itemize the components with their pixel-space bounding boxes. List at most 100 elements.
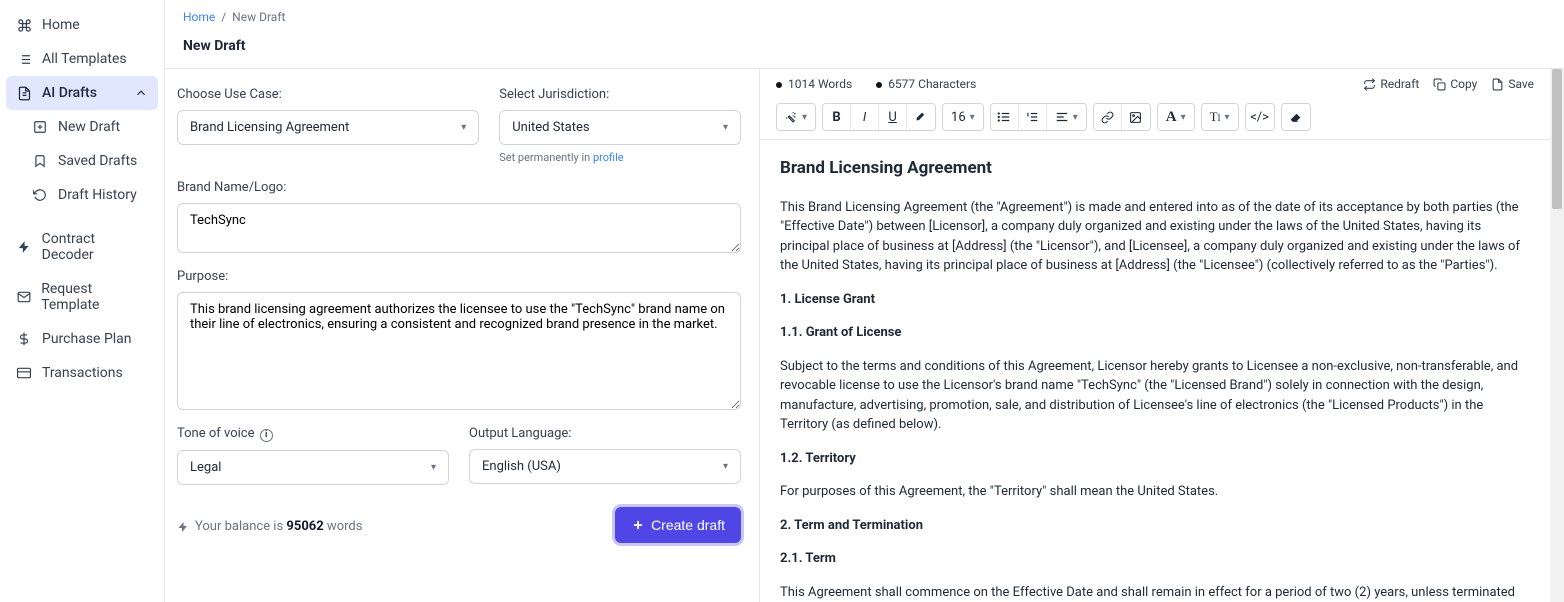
sidebar-item-label: Purchase Plan <box>42 331 132 347</box>
doc-heading: 1. License Grant <box>780 290 1530 310</box>
jurisdiction-label: Select Jurisdiction: <box>499 87 741 102</box>
font-size-select[interactable]: 16▾ <box>943 104 983 130</box>
copy-button[interactable]: Copy <box>1433 77 1477 91</box>
info-icon[interactable]: i <box>260 429 273 442</box>
sidebar-item-label: Saved Drafts <box>58 153 137 169</box>
form-pane: Choose Use Case: Brand Licensing Agreeme… <box>165 69 760 602</box>
credit-card-icon <box>16 365 32 381</box>
chevron-down-icon: ▾ <box>723 461 728 472</box>
list-ol-icon <box>1025 110 1039 124</box>
sidebar-item-label: AI Drafts <box>42 85 97 101</box>
topbar: Home / New Draft New Draft <box>165 0 1564 68</box>
breadcrumb-sep: / <box>218 10 232 24</box>
bolt-icon <box>16 239 32 255</box>
align-button[interactable]: ▾ <box>1047 104 1086 130</box>
magic-button[interactable]: ▾ <box>777 104 815 130</box>
doc-subheading: 1.2. Territory <box>780 449 1530 469</box>
list-icon <box>16 51 32 67</box>
jurisdiction-value: United States <box>512 120 589 135</box>
sidebar-item-new-draft[interactable]: New Draft <box>6 110 158 144</box>
save-button[interactable]: Save <box>1491 77 1534 91</box>
italic-button[interactable]: I <box>851 104 879 130</box>
balance-text: Your balance is 95062 words <box>177 519 362 534</box>
brand-input[interactable] <box>177 203 741 253</box>
sidebar-item-all-templates[interactable]: All Templates <box>6 42 158 76</box>
wand-icon <box>785 111 798 124</box>
underline-button[interactable]: U <box>879 104 907 130</box>
bold-button[interactable]: B <box>823 104 851 130</box>
bolt-icon <box>177 521 189 533</box>
breadcrumb-current: New Draft <box>232 10 285 24</box>
doc-title: Brand Licensing Agreement <box>780 156 1530 182</box>
image-button[interactable] <box>1122 104 1150 130</box>
chevron-up-icon <box>134 86 148 100</box>
editor-toolbar: ▾ B I U 16▾ ▾ A▾ TI▾ <box>760 99 1550 140</box>
code-icon: </> <box>1250 110 1269 125</box>
sidebar-item-purchase-plan[interactable]: Purchase Plan <box>6 322 158 356</box>
bookmark-icon <box>32 153 48 169</box>
refresh-icon <box>1363 78 1376 91</box>
jurisdiction-hint: Set permanently in profile <box>499 151 741 164</box>
scrollbar[interactable] <box>1550 69 1564 602</box>
link-button[interactable] <box>1094 104 1122 130</box>
scrollbar-thumb[interactable] <box>1552 69 1562 209</box>
tone-select[interactable]: Legal ▾ <box>177 450 449 485</box>
tone-label: Tone of voice i <box>177 426 449 442</box>
jurisdiction-select[interactable]: United States ▾ <box>499 110 741 145</box>
use-case-value: Brand Licensing Agreement <box>190 120 349 135</box>
doc-subheading: 2.1. Term <box>780 549 1530 569</box>
sidebar-item-request-template[interactable]: Request Template <box>6 272 158 322</box>
sidebar-item-label: Contract Decoder <box>42 231 148 263</box>
image-icon <box>1129 111 1142 124</box>
sidebar-item-label: Transactions <box>42 365 123 381</box>
redraft-button[interactable]: Redraft <box>1363 77 1419 91</box>
char-count: 6577 Characters <box>876 77 976 91</box>
sidebar-item-label: Home <box>42 17 80 33</box>
bullet-list-button[interactable] <box>991 104 1019 130</box>
doc-paragraph: For purposes of this Agreement, the "Ter… <box>780 482 1530 502</box>
breadcrumb-home[interactable]: Home <box>183 10 215 24</box>
text-style-button[interactable]: TI▾ <box>1202 104 1238 130</box>
align-icon <box>1055 110 1069 124</box>
document-body[interactable]: Brand Licensing Agreement This Brand Lic… <box>760 140 1550 602</box>
document-pane: 1014 Words 6577 Characters Redraft Copy … <box>760 69 1550 602</box>
sidebar-item-label: New Draft <box>58 119 120 135</box>
create-draft-button[interactable]: Create draft <box>615 507 741 543</box>
plus-icon <box>631 518 645 532</box>
use-case-select[interactable]: Brand Licensing Agreement ▾ <box>177 110 479 145</box>
sidebar-item-contract-decoder[interactable]: Contract Decoder <box>6 222 158 272</box>
dollar-icon <box>16 331 32 347</box>
code-button[interactable]: </> <box>1246 104 1274 130</box>
history-icon <box>32 187 48 203</box>
number-list-button[interactable] <box>1019 104 1047 130</box>
highlight-icon <box>915 111 928 124</box>
tone-value: Legal <box>190 460 221 475</box>
brand-label: Brand Name/Logo: <box>177 180 741 195</box>
sidebar-item-transactions[interactable]: Transactions <box>6 356 158 390</box>
sidebar: Home All Templates AI Drafts New Draft S… <box>0 0 165 602</box>
plus-square-icon <box>32 119 48 135</box>
output-lang-label: Output Language: <box>469 426 741 441</box>
doc-paragraph: Subject to the terms and conditions of t… <box>780 357 1530 435</box>
sidebar-item-label: All Templates <box>42 51 127 67</box>
highlight-button[interactable] <box>907 104 935 130</box>
file-text-icon <box>16 85 32 101</box>
main: Home / New Draft New Draft Choose Use Ca… <box>165 0 1564 602</box>
chevron-down-icon: ▾ <box>431 462 436 473</box>
word-count: 1014 Words <box>776 77 852 91</box>
sidebar-item-home[interactable]: Home <box>6 8 158 42</box>
chevron-down-icon: ▾ <box>723 122 728 133</box>
sidebar-item-draft-history[interactable]: Draft History <box>6 178 158 212</box>
sidebar-item-ai-drafts[interactable]: AI Drafts <box>6 76 158 110</box>
purpose-input[interactable] <box>177 292 741 410</box>
doc-paragraph: This Brand Licensing Agreement (the "Agr… <box>780 198 1530 276</box>
chevron-down-icon: ▾ <box>461 122 466 133</box>
sidebar-item-saved-drafts[interactable]: Saved Drafts <box>6 144 158 178</box>
eraser-button[interactable] <box>1282 104 1310 130</box>
doc-heading: 2. Term and Termination <box>780 516 1530 536</box>
list-ul-icon <box>997 110 1011 124</box>
font-color-button[interactable]: A▾ <box>1158 104 1194 130</box>
output-lang-select[interactable]: English (USA) ▾ <box>469 449 741 484</box>
copy-icon <box>1433 78 1446 91</box>
profile-link[interactable]: profile <box>593 151 624 164</box>
